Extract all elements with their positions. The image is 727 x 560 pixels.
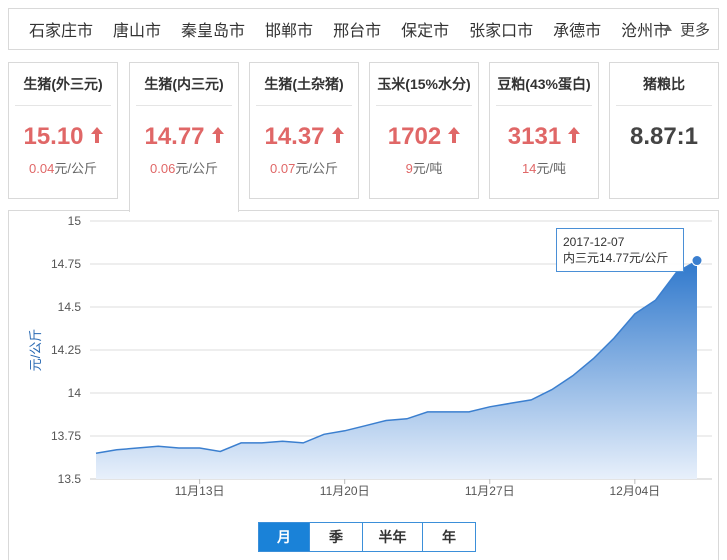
y-tick-label: 13.5	[58, 472, 82, 486]
tooltip-date: 2017-12-07	[563, 235, 625, 249]
x-tick-label: 12月04日	[609, 484, 660, 498]
y-tick-label: 14.5	[58, 300, 82, 314]
period-quarter-button[interactable]: 季	[309, 523, 362, 551]
series-area	[96, 260, 697, 479]
y-tick-label: 14.75	[51, 257, 81, 271]
x-tick-label: 11月20日	[320, 484, 370, 498]
tooltip-text: 内三元14.77元/公斤	[563, 251, 669, 265]
y-tick-label: 14	[68, 386, 82, 400]
y-axis-label: 元/公斤	[28, 329, 43, 372]
period-halfyear-button[interactable]: 半年	[362, 523, 422, 551]
y-tick-label: 13.75	[51, 429, 81, 443]
chart-tooltip: 2017-12-07 内三元14.77元/公斤	[556, 228, 684, 272]
period-selector: 月 季 半年 年	[258, 522, 476, 552]
x-tick-label: 11月13日	[175, 484, 225, 498]
y-tick-label: 14.25	[51, 343, 81, 357]
price-area-chart: 15 14.75 14.5 14.25 14 13.75 13.5 11月13日 11月20日 1…	[28, 214, 712, 498]
period-month-button[interactable]: 月	[259, 523, 309, 551]
y-tick-label: 15	[68, 214, 82, 228]
x-tick-label: 11月27日	[465, 484, 515, 498]
period-year-button[interactable]: 年	[422, 523, 475, 551]
highlight-point[interactable]	[691, 255, 703, 267]
